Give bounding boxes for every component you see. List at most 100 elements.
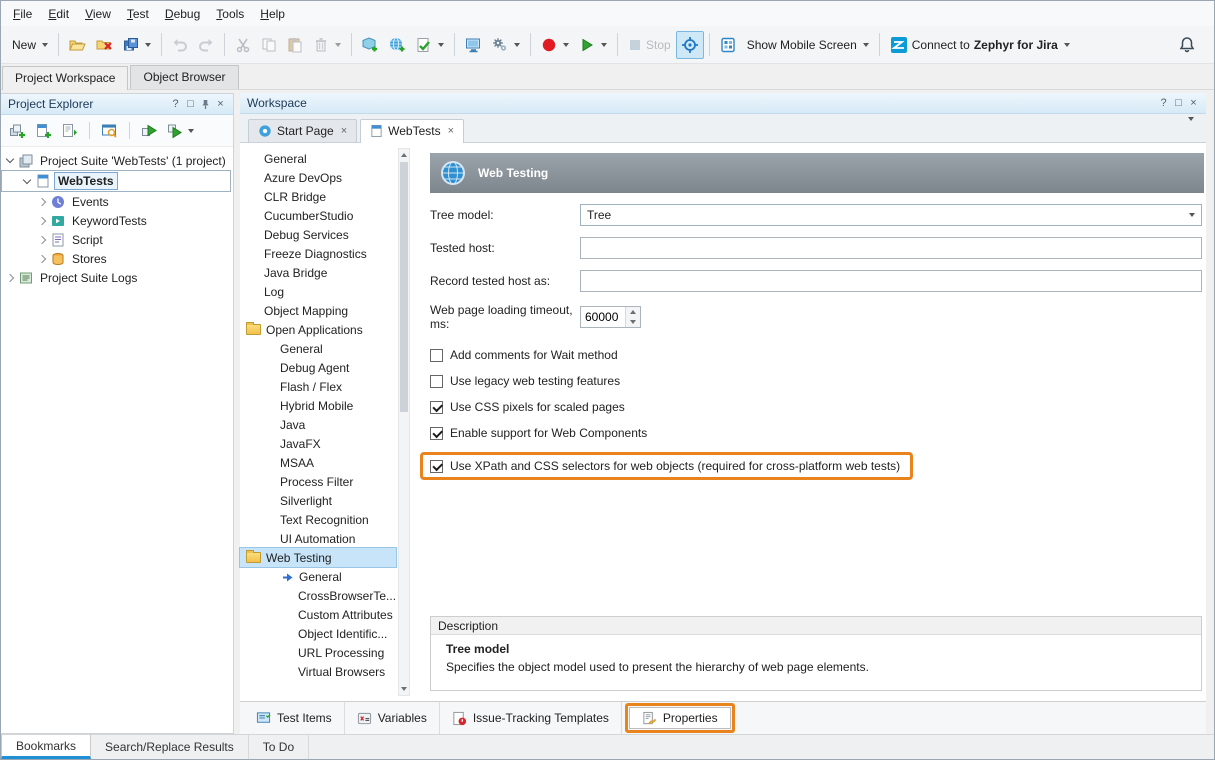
add-project-suite-button[interactable] <box>6 120 29 142</box>
undo-button[interactable] <box>167 32 193 58</box>
menu-file[interactable]: File <box>5 3 40 25</box>
copy-button[interactable] <box>256 32 282 58</box>
settings-nav-item-crossbrowserte[interactable]: CrossBrowserTe... <box>240 586 396 605</box>
add-web-item-button[interactable] <box>384 32 411 58</box>
record-button[interactable] <box>536 32 574 58</box>
collapse-icon[interactable] <box>6 155 14 163</box>
checkbox[interactable] <box>430 375 443 388</box>
settings-nav-item-open-applications[interactable]: Open Applications <box>240 320 396 339</box>
tab-list-dropdown-button[interactable] <box>1182 117 1198 139</box>
notifications-button[interactable] <box>1174 31 1200 58</box>
settings-nav-item-debug-services[interactable]: Debug Services <box>240 225 396 244</box>
collapse-icon[interactable] <box>23 175 31 183</box>
cut-button[interactable] <box>230 32 256 58</box>
tree-item-script[interactable]: Script <box>1 230 233 249</box>
settings-nav-item-javafx[interactable]: JavaFX <box>240 434 396 453</box>
new-button[interactable]: New <box>7 33 53 57</box>
settings-nav-item-flash-flex[interactable]: Flash / Flex <box>240 377 396 396</box>
settings-nav-item-java[interactable]: Java <box>240 415 396 434</box>
float-panel-button[interactable]: □ <box>1171 96 1186 111</box>
run-project-button[interactable] <box>138 120 161 142</box>
settings-nav-item-object-identific[interactable]: Object Identific... <box>240 624 396 643</box>
timeout-input[interactable] <box>581 307 625 327</box>
settings-nav-item-object-mapping[interactable]: Object Mapping <box>240 301 396 320</box>
checkbox[interactable] <box>430 427 443 440</box>
checkbox-row-enable-support-for-web-compone[interactable]: Enable support for Web Components <box>430 426 1204 440</box>
tab-start-page[interactable]: Start Page × <box>248 119 357 142</box>
expand-icon[interactable] <box>38 216 46 224</box>
point-and-fix-button[interactable] <box>676 31 704 59</box>
tree-item-events[interactable]: Events <box>1 192 233 211</box>
settings-nav-item-ui-automation[interactable]: UI Automation <box>240 529 396 548</box>
tree-model-select[interactable]: Tree <box>580 204 1202 226</box>
settings-nav-item-process-filter[interactable]: Process Filter <box>240 472 396 491</box>
bottom-tab-issue-tracking-templates[interactable]: Issue-Tracking Templates <box>440 702 622 734</box>
checkbox-row-use-css-pixels-for-scaled-page[interactable]: Use CSS pixels for scaled pages <box>430 400 1204 414</box>
settings-nav-item-text-recognition[interactable]: Text Recognition <box>240 510 396 529</box>
settings-nav-item-custom-attributes[interactable]: Custom Attributes <box>240 605 396 624</box>
checkbox-row-use-xpath-and-css-selectors-fo[interactable]: Use XPath and CSS selectors for web obje… <box>430 459 900 473</box>
spin-down-icon[interactable] <box>626 317 640 327</box>
expand-icon[interactable] <box>38 235 46 243</box>
expand-icon[interactable] <box>38 254 46 262</box>
settings-nav-item-clr-bridge[interactable]: CLR Bridge <box>240 187 396 206</box>
menu-view[interactable]: View <box>77 3 119 25</box>
checkbox-row-add-comments-for-wait-method[interactable]: Add comments for Wait method <box>430 348 1204 362</box>
settings-nav-item-silverlight[interactable]: Silverlight <box>240 491 396 510</box>
spin-up-icon[interactable] <box>626 307 640 317</box>
tab-object-browser[interactable]: Object Browser <box>130 65 238 89</box>
enable-check-button[interactable] <box>411 32 449 58</box>
tree-item-suite[interactable]: Project Suite 'WebTests' (1 project) <box>1 151 233 170</box>
help-button[interactable]: ? <box>1156 96 1171 111</box>
tree-item-logs[interactable]: Project Suite Logs <box>1 268 233 287</box>
settings-nav-item-cucumberstudio[interactable]: CucumberStudio <box>240 206 396 225</box>
menu-help[interactable]: Help <box>252 3 293 25</box>
device-screen-button[interactable] <box>460 32 487 58</box>
paste-button[interactable] <box>282 32 308 58</box>
expand-icon[interactable] <box>38 197 46 205</box>
tree-item-keywordtests[interactable]: KeywordTests <box>1 211 233 230</box>
settings-nav-item-freeze-diagnostics[interactable]: Freeze Diagnostics <box>240 244 396 263</box>
help-button[interactable]: ? <box>168 97 183 112</box>
options-button[interactable] <box>487 32 525 58</box>
open-item-button[interactable] <box>58 120 81 142</box>
dock-tab-to-do[interactable]: To Do <box>249 735 309 759</box>
connect-zephyr-button[interactable]: Connect toZephyr for Jira <box>885 31 1075 59</box>
close-tab-icon[interactable]: × <box>341 125 347 137</box>
dock-tab-search-replace-results[interactable]: Search/Replace Results <box>91 735 249 759</box>
open-file-button[interactable] <box>64 32 91 58</box>
settings-nav-item-msaa[interactable]: MSAA <box>240 453 396 472</box>
menu-edit[interactable]: Edit <box>40 3 77 25</box>
scrollbar-thumb[interactable] <box>400 162 408 412</box>
checkbox[interactable] <box>430 460 443 473</box>
settings-nav-item-hybrid-mobile[interactable]: Hybrid Mobile <box>240 396 396 415</box>
close-panel-button[interactable]: × <box>1186 96 1201 111</box>
menu-tools[interactable]: Tools <box>208 3 252 25</box>
close-panel-button[interactable]: × <box>213 97 228 112</box>
tab-project-workspace[interactable]: Project Workspace <box>2 66 128 90</box>
bottom-tab-test-items[interactable]: Test Items <box>244 702 345 734</box>
show-mobile-screen-button[interactable]: Show Mobile Screen <box>742 33 874 57</box>
settings-nav-item-general[interactable]: General <box>240 149 396 168</box>
delete-button[interactable] <box>308 32 346 58</box>
expand-icon[interactable] <box>6 273 14 281</box>
tested-host-input[interactable] <box>580 237 1202 259</box>
menu-debug[interactable]: Debug <box>157 3 208 25</box>
settings-nav-item-url-processing[interactable]: URL Processing <box>240 643 396 662</box>
checkbox[interactable] <box>430 349 443 362</box>
settings-nav-item-debug-agent[interactable]: Debug Agent <box>240 358 396 377</box>
pin-panel-button[interactable] <box>198 97 213 112</box>
close-file-button[interactable] <box>91 32 118 58</box>
redo-button[interactable] <box>193 32 219 58</box>
tree-item-project[interactable]: WebTests <box>1 170 231 192</box>
run-button[interactable] <box>574 32 612 58</box>
scroll-up-icon[interactable] <box>399 149 409 161</box>
add-item-button[interactable] <box>357 32 384 58</box>
stop-button[interactable]: Stop <box>623 33 676 57</box>
add-project-button[interactable] <box>32 120 55 142</box>
mobile-grid-button[interactable] <box>715 32 742 58</box>
settings-nav-item-general[interactable]: General <box>240 567 396 586</box>
bottom-tab-variables[interactable]: Variables <box>345 702 440 734</box>
close-tab-icon[interactable]: × <box>448 125 454 137</box>
settings-nav-item-general[interactable]: General <box>240 339 396 358</box>
